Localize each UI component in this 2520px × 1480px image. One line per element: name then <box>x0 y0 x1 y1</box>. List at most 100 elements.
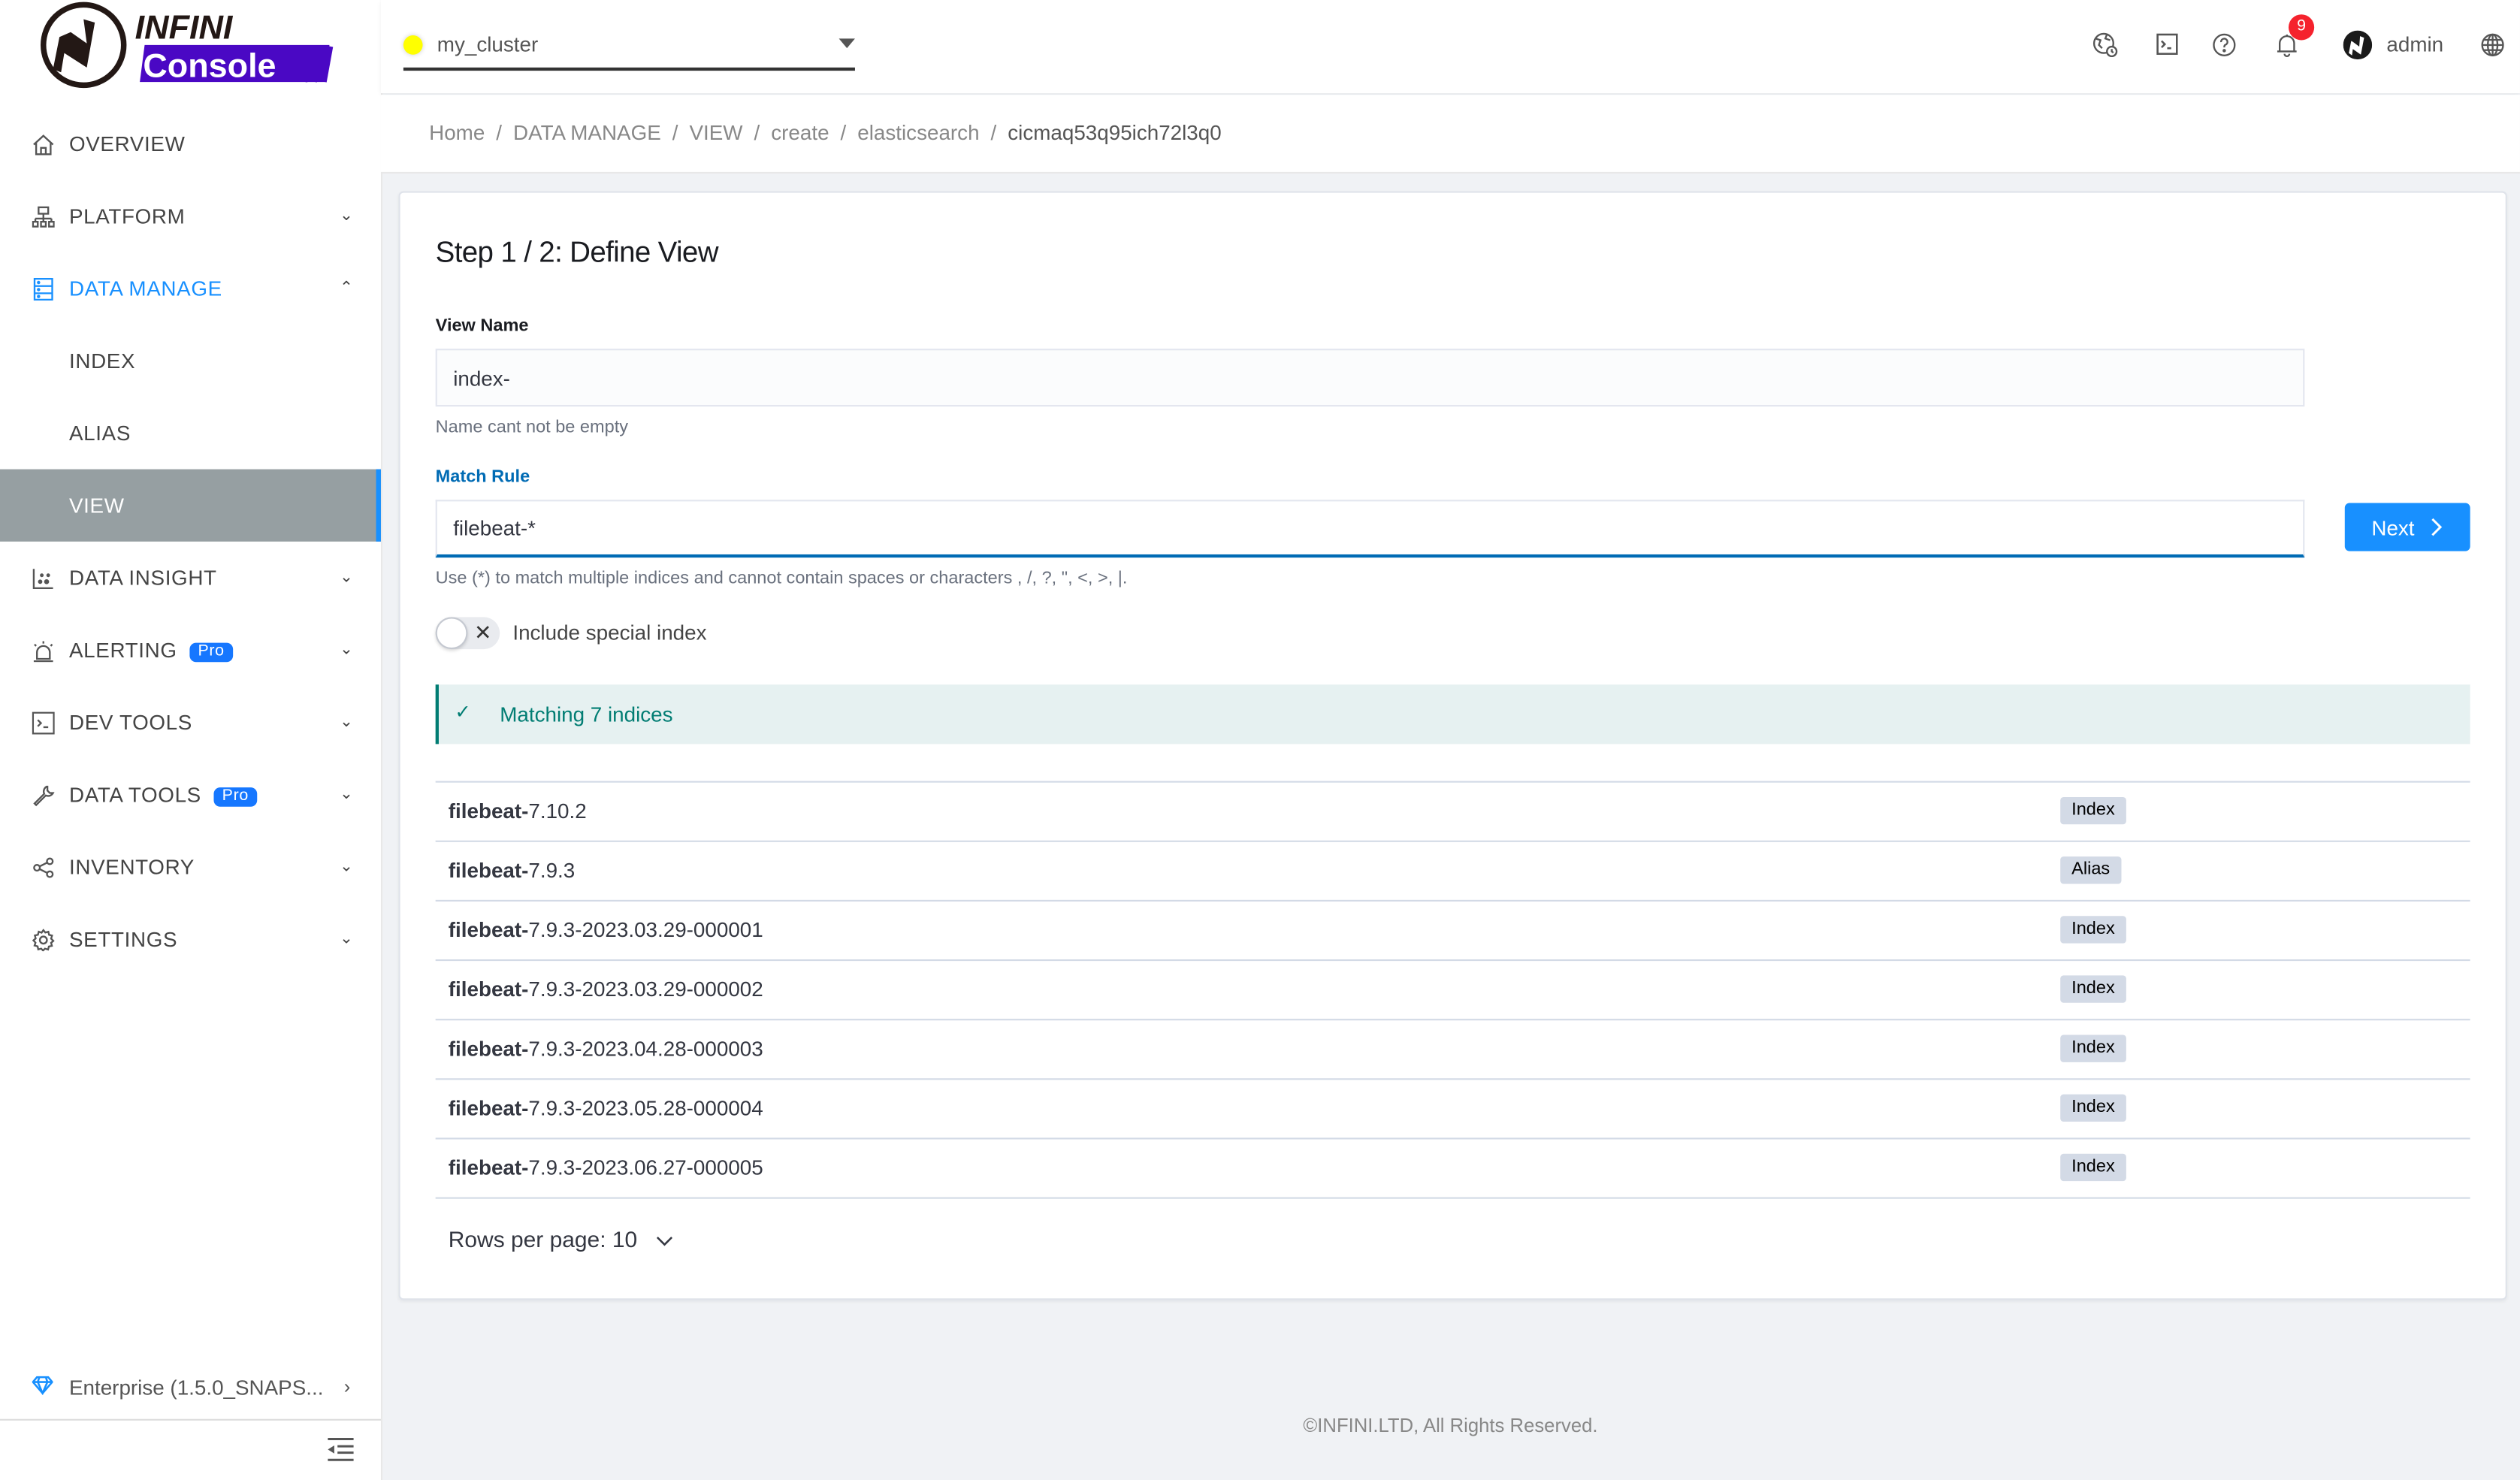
chevron-down-icon: ⌄ <box>339 858 354 876</box>
index-name: filebeat-7.9.3-2023.04.28-000003 <box>448 1036 763 1061</box>
cluster-name: my_cluster <box>437 32 539 56</box>
matched-indices-table: filebeat-7.10.2 Index filebeat-7.9.3 Ali… <box>435 781 2470 1199</box>
gear-icon <box>32 928 55 951</box>
chevron-up-icon: ⌃ <box>339 279 354 298</box>
index-name: filebeat-7.9.3-2023.03.29-000001 <box>448 917 763 942</box>
breadcrumb-item-view[interactable]: VIEW <box>689 120 742 144</box>
view-name-label: View Name <box>435 316 529 337</box>
sidebar-item-index[interactable]: INDEX <box>0 325 381 397</box>
table-row: filebeat-7.10.2 Index <box>435 783 2470 842</box>
chart-icon <box>32 566 55 589</box>
index-name: filebeat-7.9.3-2023.06.27-000005 <box>448 1155 763 1180</box>
breadcrumb-separator: / <box>840 120 847 145</box>
sidebar-item-label: VIEW <box>68 493 125 518</box>
table-row: filebeat-7.9.3-2023.03.29-000002 Index <box>435 961 2470 1021</box>
home-icon <box>32 132 55 155</box>
cluster-status-dot <box>403 35 423 55</box>
table-row: filebeat-7.9.3 Alias <box>435 842 2470 902</box>
help-icon[interactable] <box>2211 32 2237 58</box>
avatar[interactable] <box>2343 30 2373 60</box>
sidebar-item-inventory[interactable]: INVENTORY ⌄ <box>0 831 381 903</box>
table-row: filebeat-7.9.3-2023.05.28-000004 Index <box>435 1080 2470 1140</box>
index-type-badge: Alias <box>2060 856 2122 884</box>
share-icon <box>32 856 55 878</box>
sidebar-item-dev-tools[interactable]: DEV TOOLS ⌄ <box>0 686 381 758</box>
sidebar-item-overview[interactable]: OVERVIEW <box>0 107 381 180</box>
infini-logo-icon: INFINI Console <box>41 2 334 89</box>
breadcrumb-current: cicmaq53q95ich72l3q0 <box>1008 120 1222 145</box>
chevron-right-icon: › <box>343 1375 351 1398</box>
next-label: Next <box>2371 515 2415 539</box>
diamond-icon <box>32 1375 54 1399</box>
breadcrumb-item-elasticsearch[interactable]: elasticsearch <box>857 120 979 144</box>
language-icon[interactable] <box>2479 32 2505 58</box>
index-name: filebeat-7.9.3-2023.05.28-000004 <box>448 1095 763 1120</box>
index-type-badge: Index <box>2060 975 2126 1003</box>
sidebar-item-data-insight[interactable]: DATA INSIGHT ⌄ <box>0 542 381 614</box>
sidebar-item-view[interactable]: VIEW <box>0 469 381 542</box>
table-row: filebeat-7.9.3-2023.03.29-000001 Index <box>435 902 2470 962</box>
breadcrumb-item-create[interactable]: create <box>771 120 829 144</box>
index-type-badge: Index <box>2060 1153 2126 1182</box>
sidebar-item-settings[interactable]: SETTINGS ⌄ <box>0 903 381 975</box>
index-type-badge: Index <box>2060 1094 2126 1122</box>
define-view-card: Step 1 / 2: Define View View Name Name c… <box>398 191 2507 1300</box>
collapse-sidebar-button[interactable] <box>326 1436 355 1462</box>
page-title: Step 1 / 2: Define View <box>435 236 719 269</box>
sidebar-item-alerting[interactable]: ALERTING Pro ⌄ <box>0 614 381 686</box>
pro-badge: Pro <box>189 642 233 662</box>
sidebar-item-label: ALIAS <box>68 421 131 446</box>
include-special-index-label: Include special index <box>512 620 707 645</box>
index-type-badge: Index <box>2060 1034 2126 1062</box>
sidebar-item-label: INVENTORY <box>68 854 195 880</box>
sidebar-item-alias[interactable]: ALIAS <box>0 397 381 469</box>
index-type-badge: Index <box>2060 916 2126 944</box>
breadcrumb-separator: / <box>990 120 997 145</box>
footer-copyright: ©INFINI.LTD, All Rights Reserved. <box>1303 1414 1598 1437</box>
sidebar-item-label: INDEX <box>68 349 136 373</box>
chevron-down-icon: ⌄ <box>339 785 354 804</box>
include-special-index-toggle[interactable]: ✕ <box>435 617 500 650</box>
edition-label: Enterprise (1.5.0_SNAPS... <box>68 1374 324 1399</box>
svg-text:Console: Console <box>143 47 276 85</box>
notification-badge: 9 <box>2288 14 2315 41</box>
view-name-input[interactable] <box>435 349 2305 407</box>
sidebar: INFINI Console OVERVIEW PLATFORM ⌄ DATA … <box>0 0 383 1480</box>
breadcrumb-separator: / <box>496 120 503 145</box>
breadcrumb-separator: / <box>672 120 678 145</box>
logo[interactable]: INFINI Console <box>35 0 340 93</box>
sidebar-item-label: PLATFORM <box>68 204 186 228</box>
app-root: INFINI Console OVERVIEW PLATFORM ⌄ DATA … <box>0 0 2520 1480</box>
terminal-icon[interactable] <box>2155 32 2180 58</box>
breadcrumb-separator: / <box>754 120 760 145</box>
next-button[interactable]: Next <box>2344 503 2470 551</box>
chevron-right-icon <box>2432 518 2443 536</box>
user-name[interactable]: admin <box>2386 32 2443 56</box>
sidebar-item-data-manage[interactable]: DATA MANAGE ⌃ <box>0 252 381 325</box>
edition-info[interactable]: Enterprise (1.5.0_SNAPS... › <box>0 1355 381 1421</box>
sidebar-item-platform[interactable]: PLATFORM ⌄ <box>0 180 381 252</box>
breadcrumb-item-home[interactable]: Home <box>429 120 485 144</box>
cluster-selector[interactable]: my_cluster <box>403 26 855 71</box>
chevron-down-icon: ⌄ <box>339 569 354 587</box>
top-header: my_cluster 9 admin <box>380 0 2520 94</box>
match-rule-label: Match Rule <box>435 467 530 488</box>
chevron-down-icon: ⌄ <box>339 207 354 225</box>
terminal-icon <box>32 711 55 734</box>
global-clock-icon[interactable] <box>2092 32 2118 58</box>
match-rule-input[interactable] <box>435 500 2305 558</box>
breadcrumb-item-data-manage[interactable]: DATA MANAGE <box>513 120 661 144</box>
chevron-down-icon: ⌄ <box>339 930 354 949</box>
match-status-callout: ✓ Matching 7 indices <box>435 684 2470 745</box>
sidebar-item-data-tools[interactable]: DATA TOOLS Pro ⌄ <box>0 759 381 831</box>
wrench-icon <box>32 784 55 806</box>
pro-badge: Pro <box>213 787 257 806</box>
chevron-down-icon <box>657 1233 675 1252</box>
view-name-help: Name cant not be empty <box>435 418 629 437</box>
check-icon: ✓ <box>455 700 471 723</box>
chevron-down-icon: ⌄ <box>339 641 354 659</box>
table-row: filebeat-7.9.3-2023.06.27-000005 Index <box>435 1140 2470 1199</box>
rows-per-page-selector[interactable]: Rows per page: 10 <box>449 1226 674 1252</box>
cluster-icon <box>32 205 55 228</box>
sidebar-item-label: DATA INSIGHT <box>68 565 217 590</box>
